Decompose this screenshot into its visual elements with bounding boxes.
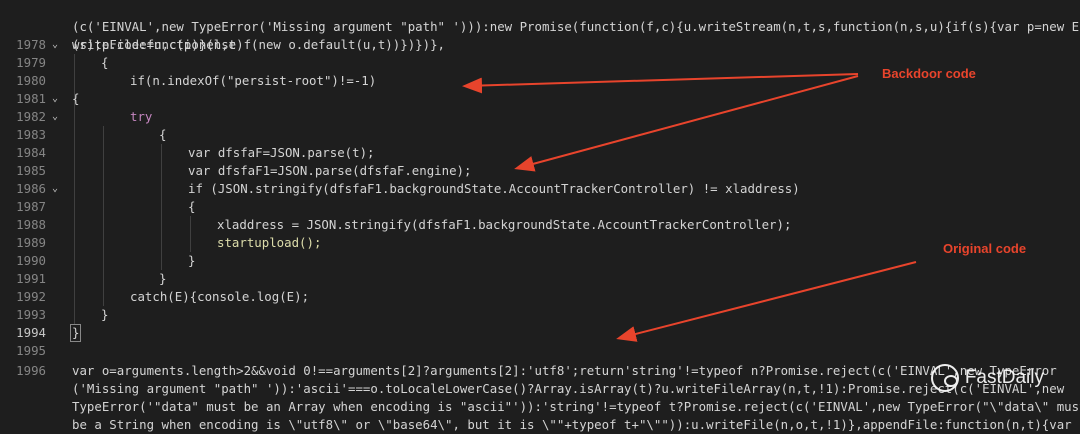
watermark-text: FastDaily [964,367,1044,388]
arrow-to-line-1996 [616,261,917,342]
code-text: } [188,253,196,268]
line-number: 1996 [16,363,46,378]
line-number: 1989 [16,235,46,250]
line-number: 1983 [16,127,46,142]
line-number: 1994 [16,325,46,340]
code-text: } [101,307,109,322]
wechat-icon [930,364,959,392]
code-editor[interactable]: (c('EINVAL',new TypeError('Missing argum… [0,0,1080,432]
line-number: 1978 [16,37,46,52]
code-text: be a String when encoding is \"utf8\" or… [72,417,1072,432]
backdoor-code-label: Backdoor code [882,66,976,81]
fold-chevron-icon[interactable]: ⌄ [52,90,58,108]
original-code-label: Original code [943,241,1027,256]
line-number: 1986 [16,181,46,196]
code-line-continuation[interactable]: (c('EINVAL',new TypeError('Missing argum… [0,0,1080,34]
line-number: 1980 [16,73,46,88]
code-text: ('Missing argument "path" ')):'ascii'===… [72,381,1065,396]
line-number: 1995 [16,343,46,358]
indent-guide [103,126,104,306]
code-line-continuation[interactable]: (s);p.code=n,c(p)}else f(new o.default(u… [0,18,445,52]
line-number: 1981 [16,91,46,106]
code-text: if (JSON.stringify(dfsfaF1.backgroundSta… [188,181,800,196]
line-number: 1984 [16,145,46,160]
line-number: 1985 [16,163,46,178]
code-text: { [159,127,167,142]
code-text: var o=arguments.length>2&&void 0!==argum… [72,363,1057,378]
code-text: writeFile:function(n,t) [72,37,244,52]
line-number: 1993 [16,307,46,322]
line-number: 1982 [16,109,46,124]
code-text: try [130,109,153,124]
code-text: var dfsfaF=JSON.parse(t); [188,145,375,160]
code-text: catch(E){console.log(E); [130,289,310,304]
line-number: 1988 [16,217,46,232]
code-text: { [72,91,80,106]
fold-chevron-icon[interactable]: ⌄ [52,180,58,198]
code-text: if(n.indexOf("persist-root")!=-1) [130,73,377,88]
indent-guide [190,216,191,252]
arrow-to-line-1980 [462,73,859,94]
fold-chevron-icon[interactable]: ⌄ [52,36,58,54]
code-text: } [159,271,167,286]
code-text: } [72,325,80,340]
code-text: var dfsfaF1=JSON.parse(dfsfaF.engine); [188,163,472,178]
line-number: 1992 [16,289,46,304]
indent-guide [161,144,162,270]
line-number: 1990 [16,253,46,268]
line-number: 1991 [16,271,46,286]
code-text: (c('EINVAL',new TypeError('Missing argum… [72,19,1080,34]
code-text: { [101,55,109,70]
line-number: 1979 [16,55,46,70]
code-text: xladdress = JSON.stringify(dfsfaF1.backg… [217,217,792,232]
fold-chevron-icon[interactable]: ⌄ [52,108,58,126]
code-text: startupload(); [217,235,322,250]
code-text: TypeError('"data" must be an Array when … [72,399,1080,414]
arrow-to-line-1985 [514,75,859,172]
watermark: FastDaily [930,364,1044,392]
code-text: { [188,199,196,214]
line-number: 1987 [16,199,46,214]
